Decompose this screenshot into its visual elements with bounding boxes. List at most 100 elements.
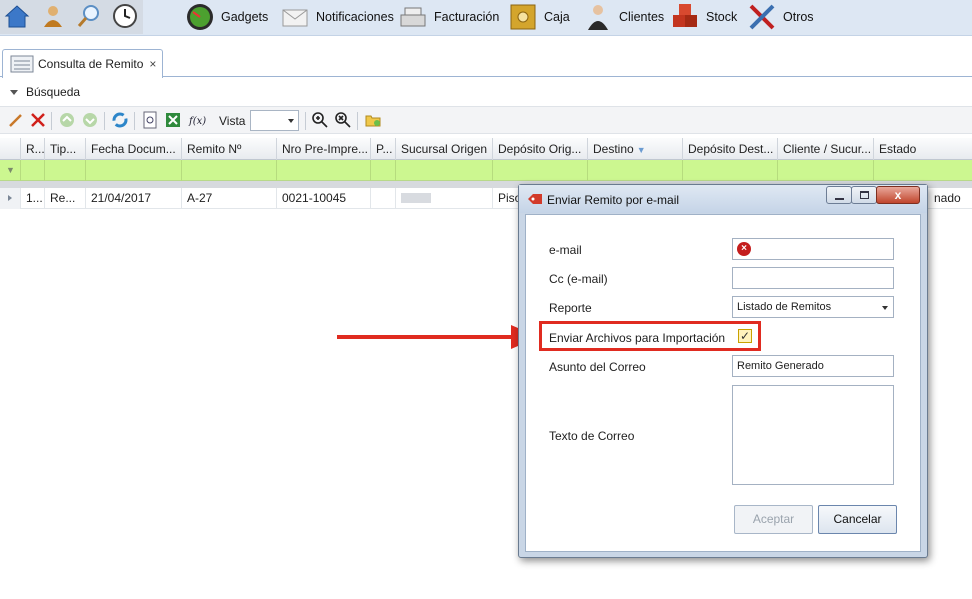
- close-button[interactable]: x: [876, 186, 920, 204]
- row-indicator-header: [0, 138, 20, 160]
- error-icon: ×: [737, 242, 751, 256]
- search-panel-label: Búsqueda: [26, 85, 81, 99]
- menu-label: Stock: [706, 10, 738, 24]
- document-list-icon: [10, 55, 34, 73]
- tab-consulta-remito[interactable]: Consulta de Remito ×: [2, 49, 163, 78]
- menu-item-caja[interactable]: Caja: [508, 0, 570, 34]
- zoom-in-icon[interactable]: [311, 111, 329, 129]
- cc-email-field[interactable]: [732, 267, 894, 289]
- column-header[interactable]: P...: [370, 138, 395, 160]
- column-header[interactable]: Nro Pre-Impre...: [276, 138, 370, 160]
- menu-label: Otros: [783, 10, 814, 24]
- chevron-down-icon: [882, 306, 888, 310]
- reporte-value: Listado de Remitos: [737, 301, 832, 313]
- column-label: Destino: [593, 142, 634, 156]
- menu-label: Clientes: [619, 10, 665, 24]
- grid-filter-row[interactable]: ▼: [0, 160, 972, 181]
- zoom-reset-icon[interactable]: [334, 111, 352, 129]
- minimize-icon: [835, 198, 844, 200]
- column-header[interactable]: Depósito Orig...: [492, 138, 587, 160]
- move-up-icon[interactable]: [58, 111, 76, 129]
- dialog-body: e-mail × Cc (e-mail) Reporte Listado de …: [525, 214, 921, 552]
- accept-button[interactable]: Aceptar: [734, 505, 813, 534]
- column-header[interactable]: Depósito Dest...: [682, 138, 777, 160]
- clock-icon[interactable]: [112, 3, 138, 29]
- excel-export-icon[interactable]: [164, 111, 182, 129]
- refresh-icon[interactable]: [111, 111, 129, 129]
- move-down-icon[interactable]: [81, 111, 99, 129]
- table-cell: 1...: [20, 188, 44, 209]
- table-cell-blurred: [395, 188, 492, 209]
- cancel-button[interactable]: Cancelar: [818, 505, 897, 534]
- asunto-label: Asunto del Correo: [549, 360, 646, 374]
- email-label: e-mail: [549, 243, 582, 257]
- menu-label: Caja: [544, 10, 570, 24]
- cc-label: Cc (e-mail): [549, 272, 608, 286]
- minimize-button[interactable]: [826, 186, 852, 204]
- email-remito-dialog: Enviar Remito por e-mail x e-mail × Cc (…: [518, 184, 928, 558]
- column-header[interactable]: R...: [20, 138, 44, 160]
- column-header[interactable]: Cliente / Sucur...: [777, 138, 873, 160]
- cash-register-icon: [400, 7, 426, 27]
- search-icon[interactable]: [76, 3, 102, 29]
- menu-item-clientes[interactable]: Clientes: [583, 0, 664, 34]
- menu-item-notificaciones[interactable]: Notificaciones: [280, 0, 394, 34]
- texto-textarea[interactable]: [732, 385, 894, 485]
- user-settings-icon[interactable]: [40, 3, 66, 29]
- delete-icon[interactable]: [29, 111, 47, 129]
- chevron-down-icon: [10, 89, 18, 95]
- menu-label: Notificaciones: [316, 10, 394, 24]
- maximize-button[interactable]: [851, 186, 877, 204]
- column-header[interactable]: Estado: [873, 138, 972, 160]
- texto-label: Texto de Correo: [549, 429, 635, 443]
- tools-icon: [749, 4, 775, 30]
- formula-icon[interactable]: f(x): [188, 111, 206, 129]
- filter-icon: ▼: [6, 165, 15, 175]
- row-indicator[interactable]: [0, 188, 20, 209]
- menu-item-otros[interactable]: Otros: [747, 0, 814, 34]
- quick-access-bar: [0, 0, 143, 34]
- home-icon[interactable]: [4, 3, 30, 29]
- table-cell: Re...: [44, 188, 85, 209]
- add-folder-icon[interactable]: [364, 111, 382, 129]
- menu-label: Facturación: [434, 10, 500, 24]
- reporte-select[interactable]: Listado de Remitos: [732, 296, 894, 318]
- enviar-archivos-label: Enviar Archivos para Importación: [549, 331, 726, 345]
- filter-icon[interactable]: ▼: [637, 145, 646, 155]
- menu-item-stock[interactable]: Stock: [670, 0, 737, 34]
- annotation-arrow: [337, 335, 517, 339]
- vista-select[interactable]: [250, 110, 299, 131]
- menu-label: Gadgets: [221, 10, 269, 24]
- menu-item-facturacion[interactable]: Facturación: [398, 0, 499, 34]
- table-cell: 21/04/2017: [85, 188, 181, 209]
- gauge-icon: [187, 4, 213, 30]
- table-cell: A-27: [181, 188, 276, 209]
- column-header[interactable]: Sucursal Origen: [395, 138, 492, 160]
- vista-label: Vista: [219, 114, 246, 128]
- menu-item-gadgets[interactable]: Gadgets: [185, 0, 268, 34]
- column-header[interactable]: Fecha Docum...: [85, 138, 181, 160]
- column-header[interactable]: Remito Nº: [181, 138, 276, 160]
- print-preview-icon[interactable]: [141, 111, 159, 129]
- table-cell: 0021-10045: [276, 188, 370, 209]
- blurred-value: [401, 193, 431, 203]
- maximize-icon: [860, 191, 869, 199]
- email-field[interactable]: ×: [732, 238, 894, 260]
- tab-close-button[interactable]: ×: [149, 57, 156, 71]
- asunto-field[interactable]: Remito Generado: [732, 355, 894, 377]
- person-icon: [588, 5, 608, 30]
- grid-toolbar: f(x) Vista: [0, 106, 972, 134]
- edit-icon[interactable]: [7, 111, 25, 129]
- safe-icon: [510, 4, 536, 30]
- column-header[interactable]: Tip...: [44, 138, 85, 160]
- dialog-title-bar[interactable]: Enviar Remito por e-mail x: [519, 185, 927, 213]
- enviar-archivos-checkbox[interactable]: ✓: [738, 329, 752, 343]
- grid-header: R... Tip... Fecha Docum... Remito Nº Nro…: [0, 138, 972, 160]
- search-panel-toggle[interactable]: Búsqueda: [0, 82, 972, 102]
- main-menu-bar: Gadgets Notificaciones Facturación Caja …: [0, 0, 972, 36]
- envelope-icon: [282, 9, 308, 27]
- column-header-destino[interactable]: Destino ▼: [587, 138, 682, 160]
- tag-icon: [528, 194, 542, 204]
- dialog-title: Enviar Remito por e-mail: [547, 193, 680, 207]
- tab-label: Consulta de Remito: [38, 57, 144, 71]
